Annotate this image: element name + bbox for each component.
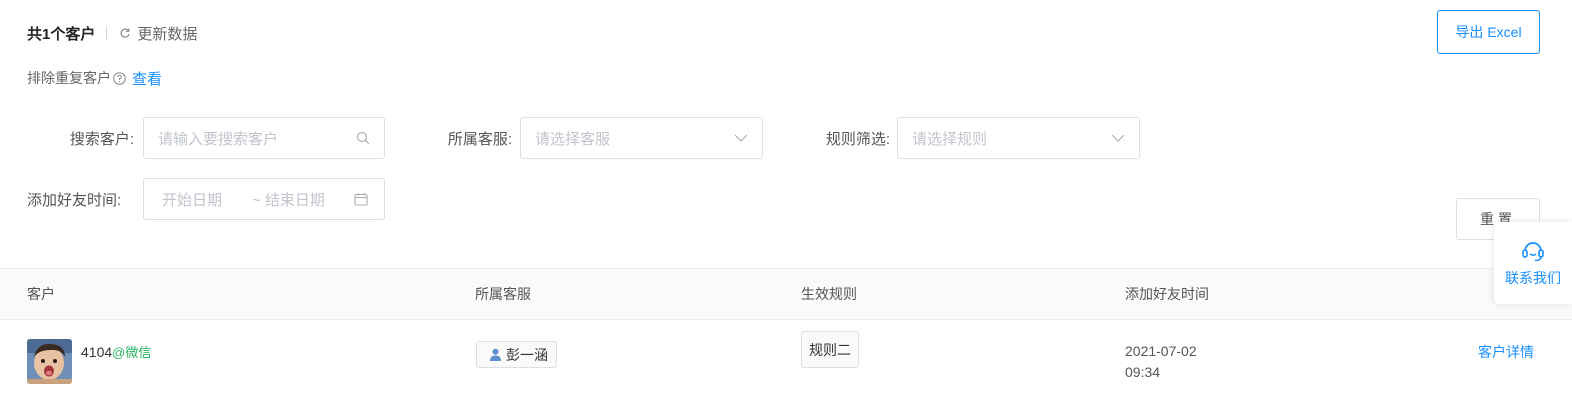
rule-label: 规则筛选:: [825, 130, 890, 148]
add-time: 2021-07-02 09:34: [1125, 341, 1197, 383]
customer-count: 共1个客户: [27, 25, 96, 43]
customer-name: 4104@微信: [81, 342, 151, 361]
calendar-icon: [354, 193, 368, 206]
rule-tag: 规则二: [801, 331, 859, 368]
staff-placeholder: 请选择客服: [535, 130, 611, 148]
date-range-picker[interactable]: 开始日期 ~ 结束日期: [143, 178, 385, 220]
customer-id: 4104: [81, 344, 113, 360]
contact-label: 联系我们: [1505, 270, 1561, 286]
view-duplicates-link[interactable]: 查看: [132, 68, 162, 89]
staff-select[interactable]: 请选择客服: [520, 117, 763, 159]
col-rule: 生效规则: [801, 286, 857, 302]
user-icon: [490, 348, 501, 361]
divider: [106, 25, 108, 41]
refresh-label: 更新数据: [137, 25, 198, 43]
exclude-duplicates: 排除重复客户 查看: [27, 68, 162, 88]
exclude-label: 排除重复客户: [27, 70, 111, 86]
search-icon: [356, 131, 370, 145]
rule-placeholder: 请选择规则: [912, 130, 988, 148]
export-excel-button[interactable]: 导出 Excel: [1437, 10, 1540, 54]
start-date-placeholder: 开始日期: [162, 191, 223, 209]
headset-icon: [1522, 242, 1544, 262]
add-clock: 09:34: [1125, 364, 1161, 380]
rule-select[interactable]: 请选择规则: [897, 117, 1140, 159]
chevron-down-icon: [1111, 134, 1125, 142]
table-header: 客户 所属客服 生效规则 添加好友时间: [0, 268, 1572, 320]
col-customer: 客户: [27, 286, 55, 302]
search-placeholder: 请输入要搜索客户: [158, 130, 279, 148]
refresh-data-button[interactable]: 更新数据: [119, 23, 197, 44]
refresh-icon: [120, 28, 130, 38]
search-customer-label: 搜索客户:: [69, 130, 134, 148]
staff-name: 彭一涵: [506, 346, 548, 363]
help-circle-icon[interactable]: [113, 71, 126, 85]
table-row: 4104@微信 彭一涵 规则二 2021-07-02 09:34 客户详情: [0, 320, 1572, 401]
staff-label: 所属客服:: [447, 130, 512, 148]
staff-tag: 彭一涵: [476, 341, 557, 368]
customer-detail-link[interactable]: 客户详情: [1478, 342, 1534, 362]
avatar: [27, 339, 72, 384]
chevron-down-icon: [734, 134, 748, 142]
add-time-label: 添加好友时间:: [27, 191, 122, 209]
contact-us-widget[interactable]: 联系我们: [1494, 222, 1572, 304]
col-staff: 所属客服: [475, 286, 531, 302]
end-date-placeholder: ~ 结束日期: [252, 191, 325, 209]
col-add-time: 添加好友时间: [1125, 286, 1209, 302]
summary-bar: 共1个客户 更新数据: [27, 22, 197, 44]
customer-source: @微信: [112, 345, 152, 360]
add-date: 2021-07-02: [1125, 343, 1197, 359]
search-customer-input[interactable]: 请输入要搜索客户: [143, 117, 385, 159]
